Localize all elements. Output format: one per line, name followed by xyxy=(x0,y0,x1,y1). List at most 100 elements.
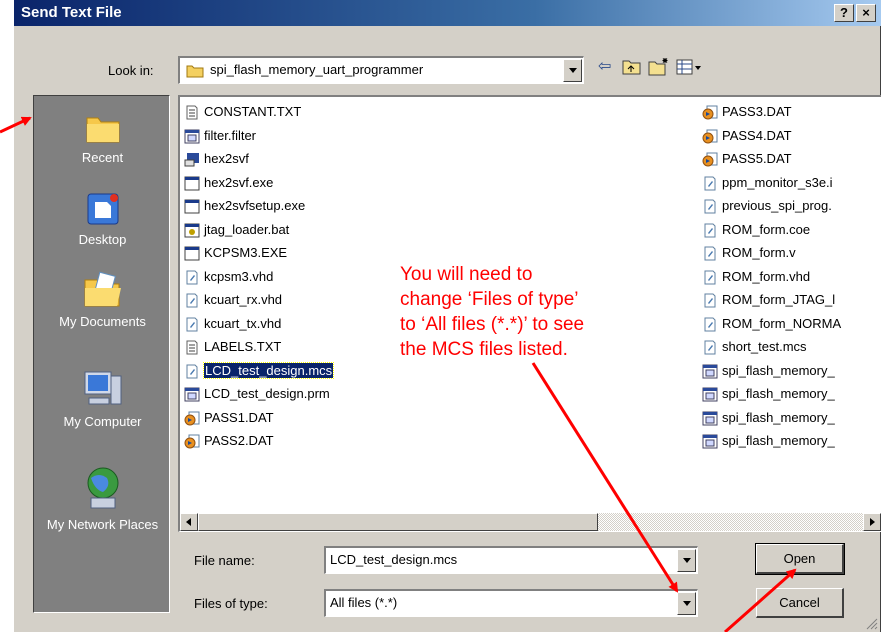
file-item[interactable]: spi_flash_memory_ xyxy=(700,430,860,454)
annotation-line: You will need to xyxy=(400,264,533,285)
file-item[interactable]: hex2svf.exe xyxy=(182,172,333,196)
scroll-thumb[interactable] xyxy=(198,513,598,531)
bat-icon xyxy=(184,223,200,237)
help-button[interactable]: ? xyxy=(834,4,854,22)
file-item[interactable]: PASS2.DAT xyxy=(182,430,333,454)
file-item[interactable]: CONSTANT.TXT xyxy=(182,101,333,125)
file-name-text: filter.filter xyxy=(204,127,257,143)
file-item[interactable]: hex2svf xyxy=(182,148,333,172)
file-name-text: LCD_test_design.prm xyxy=(204,386,330,401)
cancel-button[interactable]: Cancel xyxy=(756,588,844,618)
file-item[interactable]: ROM_form.vhd xyxy=(700,266,860,290)
file-column-2: PASS3.DAT PASS4.DAT PASS5.DAT ppm_monitor_s… xyxy=(700,101,860,454)
place-recent[interactable]: Recent xyxy=(34,110,171,165)
file-item[interactable]: short_test.mcs xyxy=(700,336,860,360)
scroll-left-button[interactable] xyxy=(180,513,198,531)
desktop-icon xyxy=(87,193,118,225)
file-item[interactable]: spi_flash_memory_ xyxy=(700,360,860,384)
file-item[interactable]: spi_flash_memory_ xyxy=(700,383,860,407)
exe-icon xyxy=(184,199,200,214)
file-name-text: short_test.mcs xyxy=(722,339,807,354)
app-icon xyxy=(184,153,199,167)
file-name-input[interactable]: LCD_test_design.mcs xyxy=(324,546,698,574)
file-item[interactable]: KCPSM3.EXE xyxy=(182,242,333,266)
file-name-text: previous_spi_prog. xyxy=(722,198,832,213)
file-name-text: PASS3.DAT xyxy=(722,104,792,119)
dat-file-icon xyxy=(702,152,718,167)
scroll-right-button[interactable] xyxy=(863,513,881,531)
file-item[interactable]: kcuart_rx.vhd xyxy=(182,289,333,313)
files-of-type-value: All files (*.*) xyxy=(330,595,398,610)
my-documents-icon xyxy=(84,271,121,307)
file-item[interactable]: PASS3.DAT xyxy=(700,101,860,125)
place-desktop[interactable]: Desktop xyxy=(34,190,171,247)
vhd-file-icon xyxy=(186,364,198,378)
generic-file-icon xyxy=(702,411,718,425)
file-name-text: hex2svf.exe xyxy=(204,174,274,190)
place-label: My Documents xyxy=(59,314,146,329)
file-item[interactable]: spi_flash_memory_ xyxy=(700,407,860,431)
file-item-selected[interactable]: LCD_test_design.mcs xyxy=(182,360,335,384)
file-item[interactable]: ROM_form_NORMA xyxy=(700,313,860,337)
file-name-text: ROM_form_JTAG_l xyxy=(722,292,836,307)
place-my-documents[interactable]: My Documents xyxy=(34,270,171,329)
file-name-text: spi_flash_memory_ xyxy=(722,433,835,448)
back-icon[interactable]: ⇦ xyxy=(598,56,611,76)
vhd-file-icon xyxy=(704,270,716,284)
place-my-network-places[interactable]: My Network Places xyxy=(34,466,171,533)
generic-file-icon xyxy=(184,387,200,402)
vhd-file-icon xyxy=(704,340,716,355)
vhd-file-icon xyxy=(186,293,198,308)
place-my-computer[interactable]: My Computer xyxy=(34,368,171,429)
file-item[interactable]: LABELS.TXT xyxy=(182,336,333,360)
file-column-1: CONSTANT.TXT filter.filter hex2svf hex2svf.… xyxy=(182,101,335,454)
file-name-value: LCD_test_design.mcs xyxy=(330,552,458,567)
view-menu-icon[interactable] xyxy=(676,58,702,76)
file-item[interactable]: LCD_test_design.prm xyxy=(182,383,333,407)
file-name-text: ROM_form.coe xyxy=(722,221,811,237)
instruction-annotation: You will need to change ‘Files of type’ … xyxy=(400,262,690,362)
file-item[interactable]: hex2svfsetup.exe xyxy=(182,195,333,219)
file-name-text: PASS5.DAT xyxy=(722,151,792,166)
dat-file-icon xyxy=(184,434,200,449)
right-arrow-icon xyxy=(870,518,875,526)
file-item[interactable]: kcpsm3.vhd xyxy=(182,266,333,290)
vhd-file-icon xyxy=(186,270,198,284)
file-item[interactable]: PASS1.DAT xyxy=(182,407,333,431)
file-item[interactable]: PASS5.DAT xyxy=(700,148,860,172)
generic-file-icon xyxy=(184,129,200,143)
file-name-text: ROM_form_NORMA xyxy=(722,315,842,331)
file-item[interactable]: ROM_form.coe xyxy=(700,219,860,243)
files-of-type-dropdown[interactable]: All files (*.*) xyxy=(324,589,698,617)
file-name-text: CONSTANT.TXT xyxy=(204,104,302,119)
files-of-type-dropdown-arrow[interactable] xyxy=(677,592,696,615)
up-folder-icon[interactable] xyxy=(622,58,642,76)
open-button[interactable]: Open xyxy=(755,543,845,575)
look-in-dropdown-arrow[interactable] xyxy=(563,59,582,82)
annotation-line: to ‘All files (*.*)’ to see xyxy=(400,314,585,335)
look-in-dropdown[interactable]: spi_flash_memory_uart_programmer xyxy=(178,56,584,84)
file-item[interactable]: jtag_loader.bat xyxy=(182,219,333,243)
file-name-text: PASS2.DAT xyxy=(204,433,274,448)
resize-grip-icon[interactable] xyxy=(866,618,878,630)
file-item[interactable]: filter.filter xyxy=(182,125,333,149)
vhd-file-icon xyxy=(704,199,716,214)
vhd-file-icon xyxy=(704,317,716,331)
new-folder-icon[interactable] xyxy=(648,57,670,76)
file-name-dropdown-arrow[interactable] xyxy=(677,549,696,572)
file-item[interactable]: ppm_monitor_s3e.i xyxy=(700,172,860,196)
file-item[interactable]: ROM_form.v xyxy=(700,242,860,266)
file-item[interactable]: ROM_form_JTAG_l xyxy=(700,289,860,313)
file-item[interactable]: kcuart_tx.vhd xyxy=(182,313,333,337)
close-button[interactable]: × xyxy=(856,4,876,22)
file-item[interactable]: PASS4.DAT xyxy=(700,125,860,149)
vhd-file-icon xyxy=(704,223,716,237)
vhd-file-icon xyxy=(704,246,716,261)
file-name-text: hex2svfsetup.exe xyxy=(204,198,306,213)
file-name-text: spi_flash_memory_ xyxy=(722,362,835,378)
horizontal-scrollbar[interactable] xyxy=(180,513,881,531)
file-item[interactable]: previous_spi_prog. xyxy=(700,195,860,219)
generic-file-icon xyxy=(702,434,718,449)
dat-file-icon xyxy=(184,411,200,425)
look-in-label: Look in: xyxy=(108,63,154,78)
